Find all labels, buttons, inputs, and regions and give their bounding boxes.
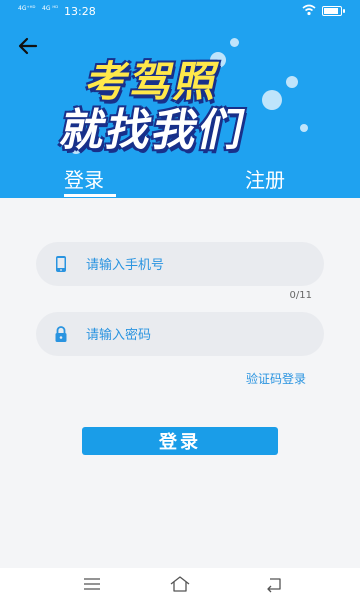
phone-icon [56,256,66,272]
password-input-row [36,312,324,358]
phone-length-counter: 0/11 [289,290,312,301]
menu-icon[interactable] [80,574,104,594]
banner-title-line2: 就找我们 [55,105,251,156]
signal-indicator-2: 4G ᴴᴰ [42,5,59,12]
login-button[interactable]: 登录 [82,427,278,455]
tab-login[interactable]: 登录 [64,164,104,193]
phone-input[interactable] [84,242,313,288]
battery-icon [322,6,345,16]
home-icon[interactable] [168,574,192,594]
verification-code-login-link[interactable]: 验证码登录 [246,370,306,387]
lock-icon [55,326,67,342]
tab-register[interactable]: 注册 [245,164,285,193]
password-input[interactable] [84,312,313,358]
status-time: 13:28 [64,5,96,18]
decor-bubble [286,76,298,88]
header-banner: 考驾照 就找我们 登录 注册 [0,24,360,198]
back-arrow-icon[interactable] [14,34,44,58]
status-bar: 4G⁺ᴴᴰ 4G ᴴᴰ 13:28 [0,0,360,24]
phone-input-row [36,242,324,288]
decor-bubble [262,90,282,110]
active-tab-indicator [64,194,116,197]
wifi-icon [302,4,316,16]
return-icon[interactable] [262,574,286,594]
decor-bubble [230,38,239,47]
decor-bubble [300,124,308,132]
signal-indicator-1: 4G⁺ᴴᴰ [18,5,36,12]
system-nav-bar [0,568,360,600]
